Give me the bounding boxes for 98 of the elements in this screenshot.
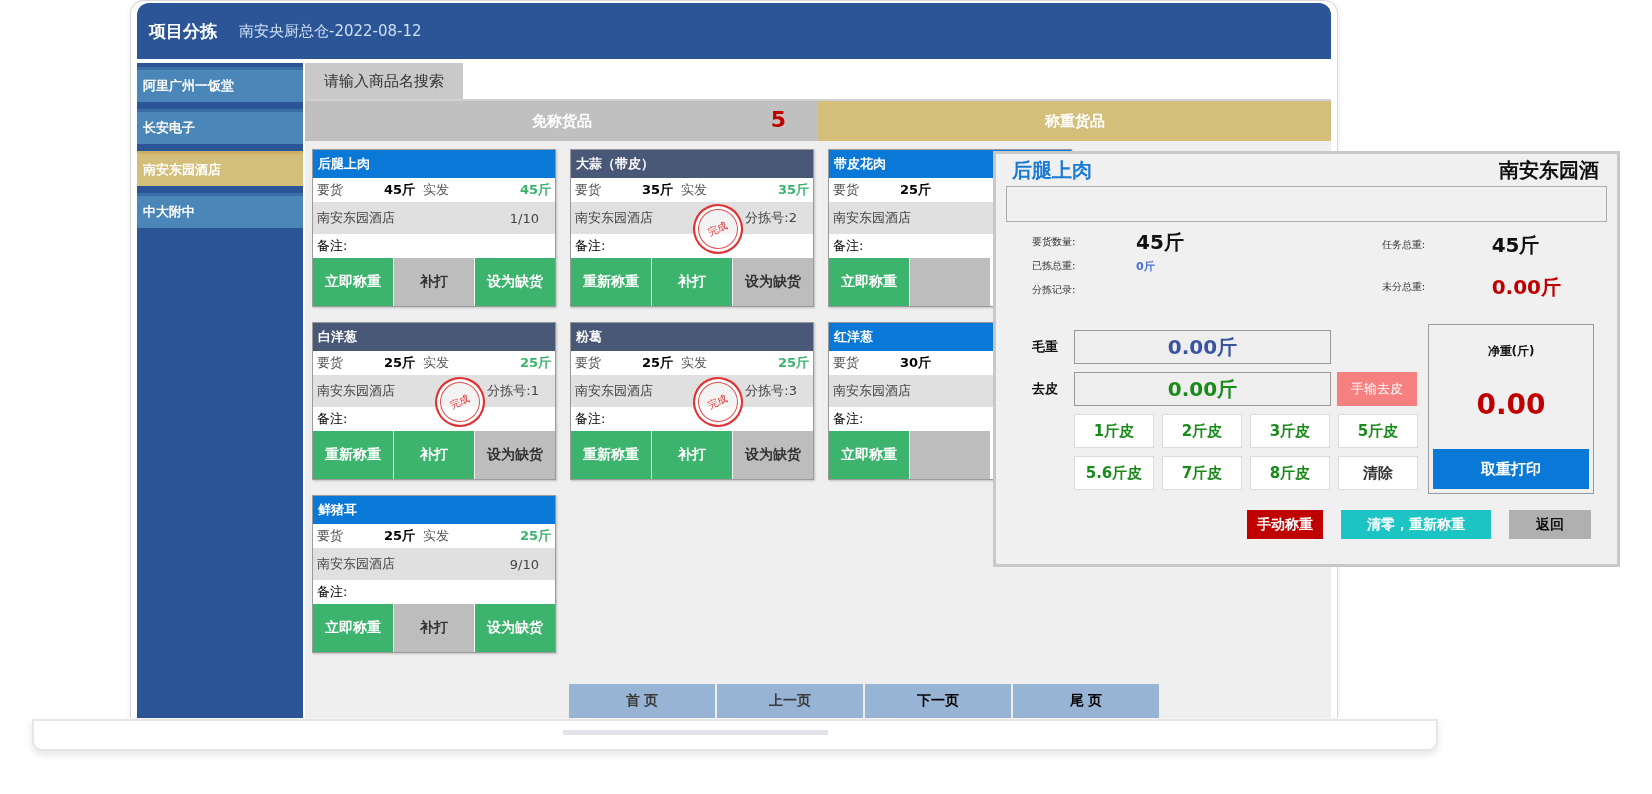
request-label: 要货: [833, 354, 860, 372]
sidebar-item[interactable]: 阿里广州一饭堂: [137, 67, 303, 102]
card-title: 白洋葱: [313, 323, 555, 351]
tare-button[interactable]: 3斤皮: [1250, 414, 1330, 448]
card-button[interactable]: [910, 258, 990, 306]
card-button[interactable]: 补打: [394, 604, 474, 652]
request-label: 要货: [317, 354, 344, 372]
tare-button[interactable]: 1斤皮: [1074, 414, 1154, 448]
card-button[interactable]: 设为缺货: [733, 431, 813, 479]
stat-label: 分拣记录:: [1032, 283, 1077, 297]
card-button[interactable]: 设为缺货: [475, 431, 555, 479]
request-quantity: 30斤: [898, 354, 931, 372]
shipped-quantity: 45斤: [519, 181, 551, 199]
card-button[interactable]: 补打: [652, 258, 732, 306]
card-title: 粉葛: [571, 323, 813, 351]
request-quantity: 25斤: [640, 354, 673, 372]
print-button[interactable]: 取重打印: [1433, 449, 1589, 489]
store-name: 南安东园酒店: [833, 209, 911, 227]
stat-label: 任务总重:: [1381, 238, 1426, 252]
card-title: 大蒜（带皮）: [571, 150, 813, 178]
tare-button[interactable]: 7斤皮: [1162, 456, 1242, 490]
warehouse-date: 南安央厨总仓-2022-08-12: [239, 21, 422, 41]
stat-label: 已拣总重:: [1032, 259, 1077, 273]
clear-button[interactable]: 清除: [1338, 456, 1418, 490]
stat-value: 45斤: [1491, 231, 1540, 259]
sidebar-item[interactable]: 中大附中: [137, 193, 303, 228]
card-button[interactable]: 重新称重: [571, 431, 651, 479]
tare-button[interactable]: 2斤皮: [1162, 414, 1242, 448]
note-label: 备注:: [317, 410, 348, 428]
action-button[interactable]: 手动称重: [1247, 510, 1323, 539]
note-label: 备注:: [575, 410, 606, 428]
shipped-quantity: 25斤: [777, 354, 809, 372]
stat-value: 0.00斤: [1491, 273, 1561, 301]
app-title: 项目分拣: [149, 19, 217, 43]
card-button[interactable]: 设为缺货: [733, 258, 813, 306]
store-name: 南安东园酒店: [317, 382, 395, 400]
card-button[interactable]: 重新称重: [571, 258, 651, 306]
store-name: 南安东园酒店: [317, 555, 395, 573]
store-name: 南安东园酒店: [317, 209, 395, 227]
search-label: 请输入商品名搜索: [305, 63, 463, 99]
note-label: 备注:: [575, 237, 606, 255]
item-count: 5: [770, 107, 786, 132]
card-button[interactable]: 补打: [652, 431, 732, 479]
shipped-label: 实发: [423, 527, 449, 545]
note-label: 备注:: [833, 410, 864, 428]
stat-label: 未分总重:: [1381, 280, 1426, 294]
request-quantity: 35斤: [640, 181, 673, 199]
request-quantity: 45斤: [382, 181, 415, 199]
shipped-quantity: 25斤: [519, 354, 551, 372]
sort-number: 9/10: [509, 556, 539, 572]
request-label: 要货: [575, 181, 602, 199]
request-label: 要货: [833, 181, 860, 199]
page-button[interactable]: 尾 页: [1013, 684, 1159, 718]
net-weight-label: 净重(斤): [1487, 343, 1535, 360]
request-label: 要货: [317, 527, 344, 545]
tab[interactable]: 免称货品 5: [305, 101, 818, 141]
sort-number: 1/10: [509, 210, 539, 226]
net-weight-value: 0.00: [1476, 388, 1546, 423]
card-title: 鲜猪耳: [313, 496, 555, 524]
card-button[interactable]: 立即称重: [313, 604, 393, 652]
request-quantity: 25斤: [382, 354, 415, 372]
request-quantity: 25斤: [382, 527, 415, 545]
tare-button[interactable]: 5.6斤皮: [1074, 456, 1154, 490]
card-button[interactable]: 立即称重: [829, 258, 909, 306]
stat-label: 要货数量:: [1032, 235, 1077, 249]
manual-tare-button[interactable]: 手输去皮: [1337, 372, 1417, 406]
tare-weight-field: 0.00斤: [1074, 372, 1331, 406]
note-label: 备注:: [833, 237, 864, 255]
tare-label: 去皮: [1032, 380, 1059, 398]
dialog-store: 南安东园酒: [1499, 156, 1599, 184]
request-label: 要货: [575, 354, 602, 372]
card-button[interactable]: 设为缺货: [475, 258, 555, 306]
card-title: 后腿上肉: [313, 150, 555, 178]
store-name: 南安东园酒店: [575, 209, 653, 227]
card-button[interactable]: 重新称重: [313, 431, 393, 479]
shipped-label: 实发: [423, 181, 449, 199]
stat-value: 45斤: [1136, 228, 1184, 256]
gross-weight-field: 0.00斤: [1074, 330, 1331, 364]
note-label: 备注:: [317, 583, 348, 601]
sidebar-item[interactable]: 长安电子: [137, 109, 303, 144]
store-name: 南安东园酒店: [575, 382, 653, 400]
card-button[interactable]: 立即称重: [829, 431, 909, 479]
note-label: 备注:: [317, 237, 348, 255]
tare-button[interactable]: 5斤皮: [1338, 414, 1418, 448]
page-button[interactable]: 下一页: [865, 684, 1011, 718]
request-label: 要货: [317, 181, 344, 199]
stat-value: 0斤: [1136, 258, 1155, 274]
card-button[interactable]: 立即称重: [313, 258, 393, 306]
action-button[interactable]: 返回: [1509, 510, 1591, 539]
tare-button[interactable]: 8斤皮: [1250, 456, 1330, 490]
store-name: 南安东园酒店: [833, 382, 911, 400]
shipped-quantity: 25斤: [519, 527, 551, 545]
card-button[interactable]: 补打: [394, 431, 474, 479]
card-button[interactable]: [910, 431, 990, 479]
shipped-quantity: 35斤: [777, 181, 809, 199]
card-button[interactable]: 补打: [394, 258, 474, 306]
request-quantity: 25斤: [898, 181, 931, 199]
card-button[interactable]: 设为缺货: [475, 604, 555, 652]
